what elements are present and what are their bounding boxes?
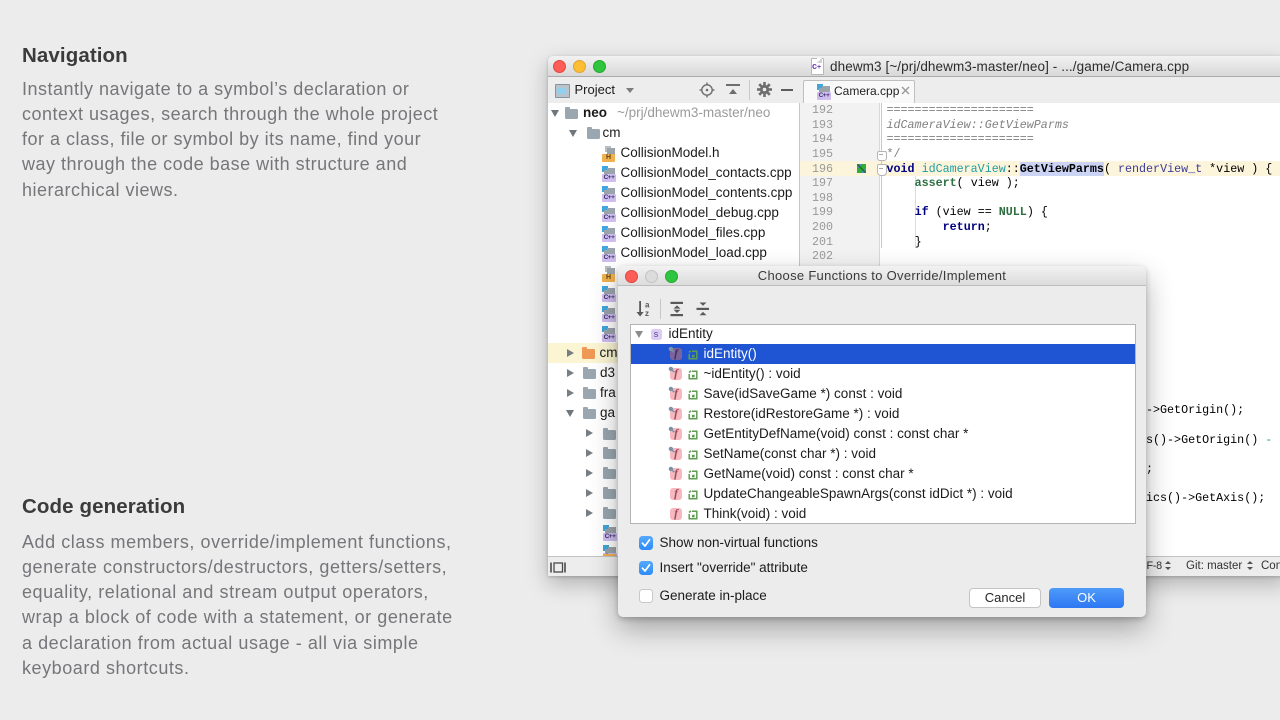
svg-text:z: z [645,309,649,317]
